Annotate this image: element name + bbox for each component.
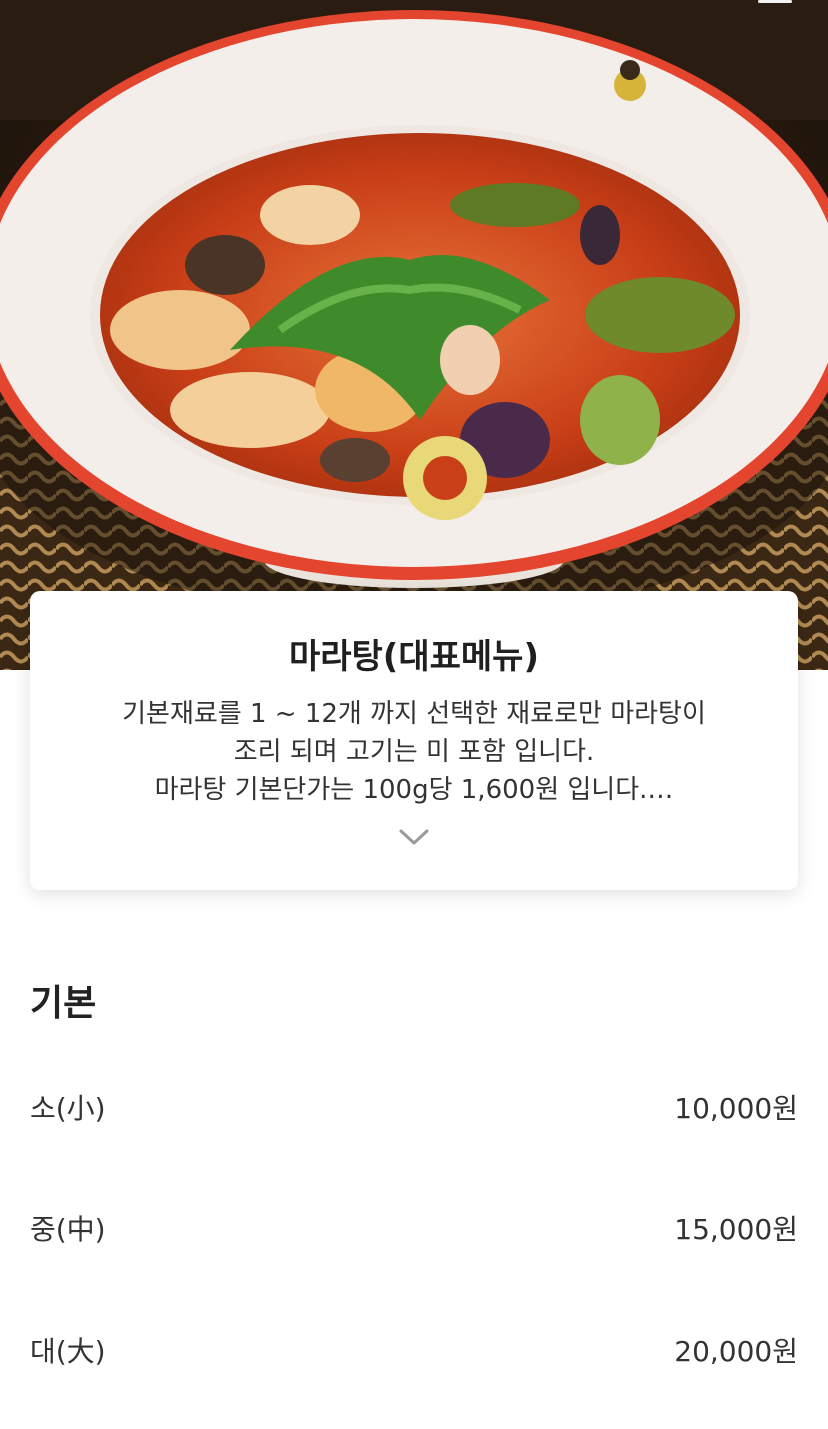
soup-bowl-illustration — [0, 0, 828, 670]
description-line: 마라탕 기본단가는 100g당 1,600원 입니다.… — [154, 775, 674, 805]
menu-hero-image — [0, 0, 828, 670]
option-row-large[interactable]: 대(大) 20,000원 — [30, 1325, 798, 1375]
option-price: 15,000원 — [674, 1213, 798, 1246]
option-price: 10,000원 — [674, 1092, 798, 1125]
chevron-down-icon[interactable] — [398, 827, 430, 847]
description-line: 조리 되며 고기는 미 포함 입니다. — [233, 737, 595, 767]
option-label: 소(小) — [30, 1092, 106, 1125]
option-row-medium[interactable]: 중(中) 15,000원 — [30, 1203, 798, 1253]
option-price: 20,000원 — [674, 1335, 798, 1368]
option-label: 대(大) — [30, 1335, 106, 1368]
option-label: 중(中) — [30, 1213, 106, 1246]
description-line: 기본재료를 1 ~ 12개 까지 선택한 재료로만 마라탕이 — [122, 699, 706, 729]
menu-description: 기본재료를 1 ~ 12개 까지 선택한 재료로만 마라탕이 조리 되며 고기는… — [70, 695, 758, 809]
section-title: 기본 — [30, 983, 97, 1024]
status-indicator — [758, 0, 792, 3]
menu-info-card: 마라탕(대표메뉴) 기본재료를 1 ~ 12개 까지 선택한 재료로만 마라탕이… — [30, 591, 798, 890]
option-row-small[interactable]: 소(小) 10,000원 — [30, 1082, 798, 1132]
menu-title: 마라탕(대표메뉴) — [288, 637, 540, 677]
